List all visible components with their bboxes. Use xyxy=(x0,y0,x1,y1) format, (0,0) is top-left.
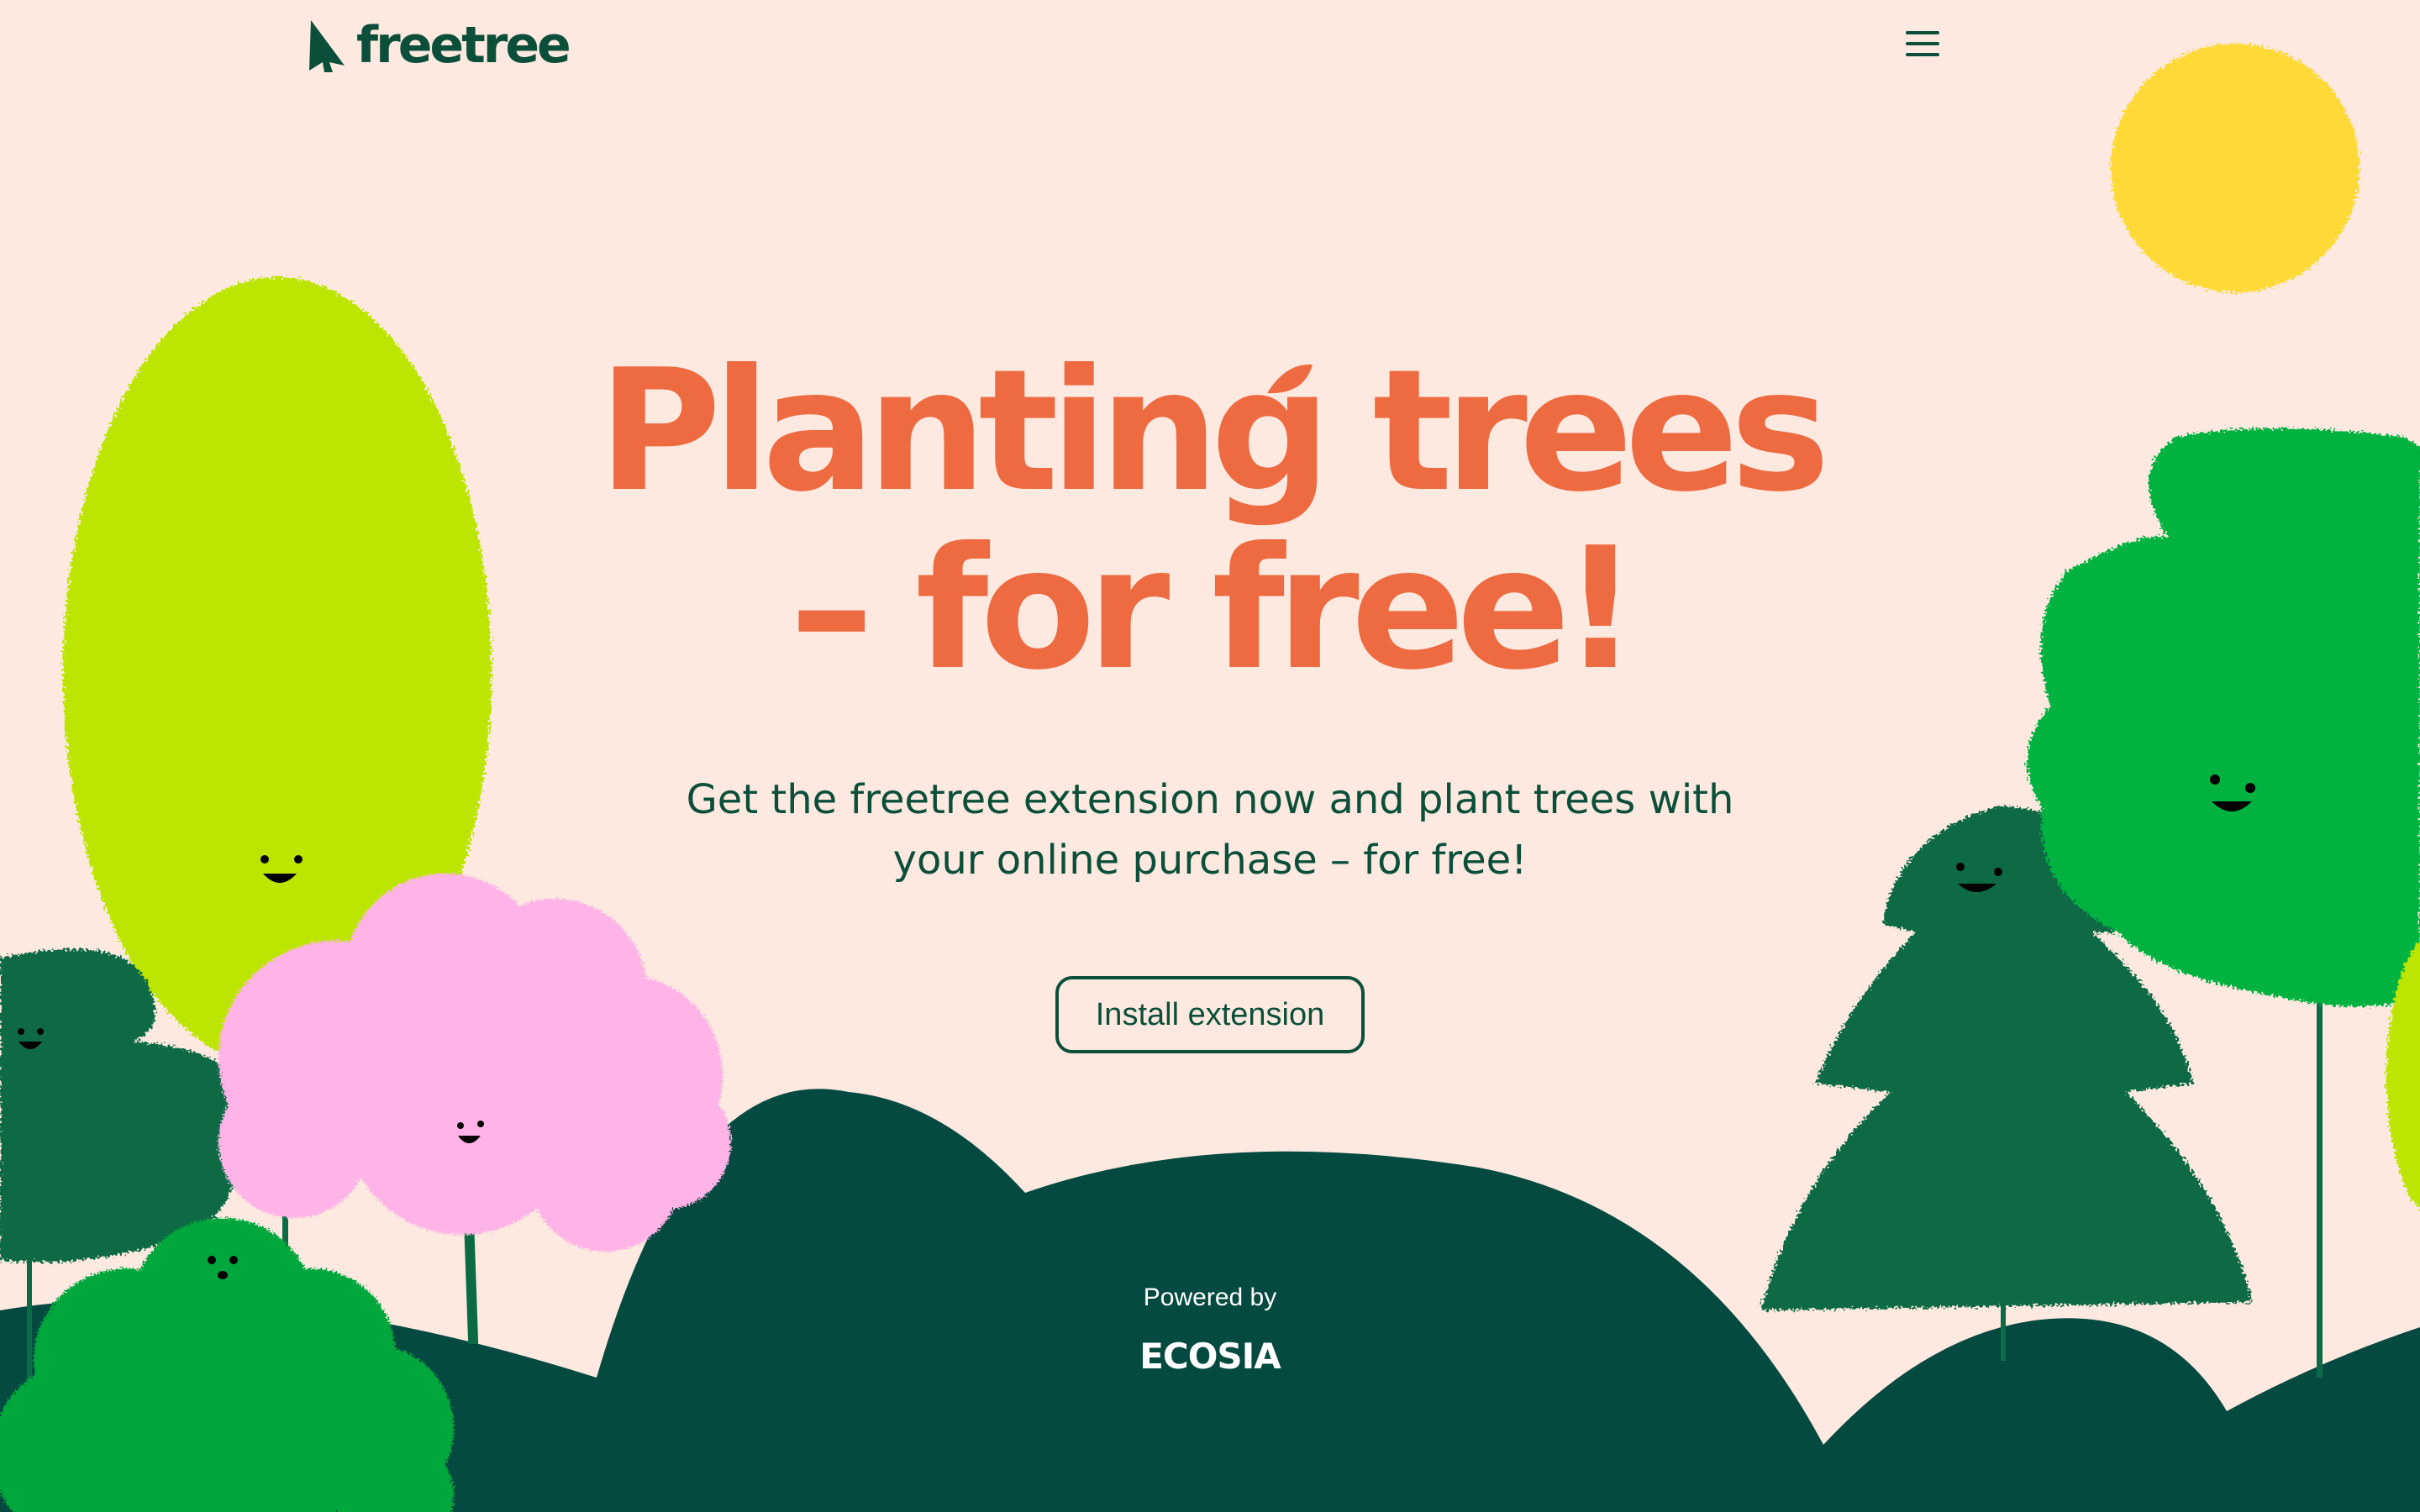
logo[interactable]: freetree xyxy=(308,15,571,76)
powered-by-label: Powered by xyxy=(1143,1284,1277,1311)
menu-line xyxy=(1906,42,1939,45)
sun-icon xyxy=(2111,44,2360,292)
hamburger-menu-icon[interactable] xyxy=(1899,24,1946,64)
ecosia-logo[interactable]: ECOSIA xyxy=(1042,1336,1378,1377)
menu-line xyxy=(1906,53,1939,56)
hero-title-line-2: – for free! xyxy=(789,512,1639,707)
hero-title: Planting trees – for free! xyxy=(454,343,1966,699)
hero-subtitle-line-2: your online purchase – for free! xyxy=(892,837,1528,884)
menu-line xyxy=(1906,31,1939,34)
install-extension-button[interactable]: Install extension xyxy=(1055,976,1365,1053)
hero-subtitle-line-1: Get the freetree extension now and plant… xyxy=(686,776,1734,823)
logo-text: freetree xyxy=(356,16,571,75)
green-bush xyxy=(0,1218,454,1512)
hero-title-line-1: Planting trees xyxy=(597,333,1830,529)
hero-subtitle: Get the freetree extension now and plant… xyxy=(622,769,1798,890)
